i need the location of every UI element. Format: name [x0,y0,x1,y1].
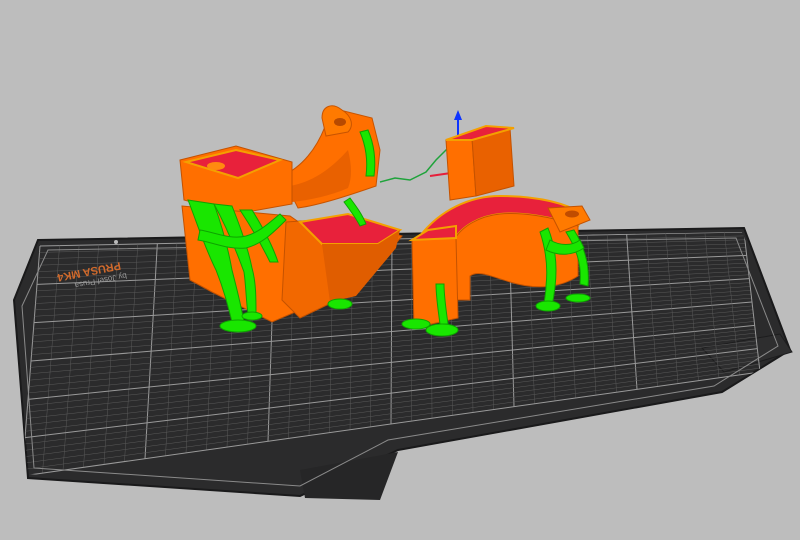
bracket-base-hole [207,162,225,170]
support-foot-7 [565,293,591,303]
support-foot-1 [219,319,257,333]
print-bed: PRUSA MK4 by Josef Prusa [12,226,793,500]
clamp-upright [411,237,459,329]
support-foot-4 [401,318,431,330]
bracket-ear-hole [334,118,346,126]
support-foot-5 [425,323,459,337]
support-foot-6 [535,300,561,312]
part-right-post[interactable] [445,124,515,201]
z-axis-arrow [454,110,462,120]
bed-center-mark [114,240,118,244]
3d-scene[interactable]: PRUSA MK4 by Josef Prusa [0,0,800,540]
support-foot-3 [327,298,353,310]
clamp-tab-hole [565,210,579,218]
3d-viewport[interactable]: PRUSA MK4 by Josef Prusa [0,0,800,540]
support-foot-2 [241,311,263,321]
post-front [445,137,477,201]
